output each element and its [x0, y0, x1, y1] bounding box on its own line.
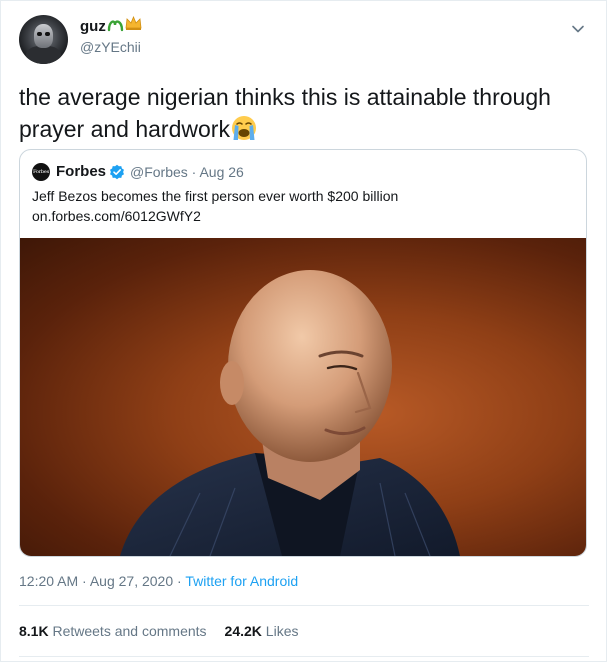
likes-stat[interactable]: 24.2K Likes [225, 623, 299, 639]
tweet-text-body: the average nigerian thinks this is atta… [19, 84, 551, 142]
forbes-logo-avatar[interactable]: Forbes [32, 163, 50, 181]
retweets-count: 8.1K [19, 623, 49, 639]
chevron-down-icon[interactable] [570, 21, 586, 37]
tweet-stats: 8.1K Retweets and comments 24.2K Likes [19, 623, 298, 639]
verified-badge-icon [110, 164, 124, 180]
avatar-eye-right [45, 32, 50, 36]
crown-emoji-icon [125, 15, 142, 34]
tweet-card: guz @zYEchii the average nigerian thinks… [0, 0, 607, 662]
crying-emoji-icon [231, 116, 256, 140]
tweet-timestamp[interactable]: 12:20 AM · Aug 27, 2020 · [19, 573, 185, 589]
retweets-label: Retweets and comments [48, 623, 207, 639]
crown-emoji-svg [125, 15, 142, 30]
retweets-stat[interactable]: 8.1K Retweets and comments [19, 623, 207, 639]
likes-count: 24.2K [224, 623, 262, 639]
divider-bottom [19, 656, 589, 657]
quoted-author-name[interactable]: Forbes [56, 163, 106, 180]
avatar-eye-left [37, 32, 42, 36]
divider [19, 605, 589, 606]
tweet-text: the average nigerian thinks this is atta… [19, 81, 579, 145]
quoted-tweet[interactable]: Forbes Forbes @Forbes · Aug 26 Jeff Bezo… [19, 149, 587, 557]
author-name[interactable]: guz [80, 18, 106, 35]
quoted-link[interactable]: on.forbes.com/6012GWfY2 [32, 206, 572, 226]
quoted-handle-date[interactable]: @Forbes · Aug 26 [130, 164, 244, 180]
bow-emoji-svg [107, 20, 124, 32]
tweet-source-link[interactable]: Twitter for Android [185, 573, 298, 589]
quoted-tweet-text: Jeff Bezos becomes the first person ever… [32, 186, 572, 226]
quoted-tweet-photo[interactable] [20, 238, 586, 556]
tweet-meta: 12:20 AM · Aug 27, 2020 · Twitter for An… [19, 573, 298, 589]
likes-label: Likes [261, 623, 299, 639]
quoted-text-line: Jeff Bezos becomes the first person ever… [32, 188, 399, 204]
author-avatar[interactable] [19, 15, 68, 64]
author-handle[interactable]: @zYEchii [80, 39, 141, 55]
avatar-body [26, 46, 61, 64]
bow-emoji-icon [107, 17, 124, 35]
avatar-face [34, 24, 53, 48]
portrait-illustration [120, 270, 460, 556]
